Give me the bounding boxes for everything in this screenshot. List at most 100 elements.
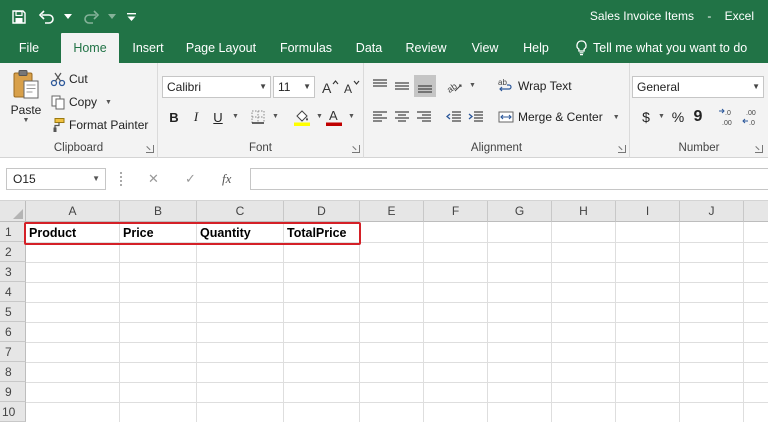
wrap-text-label: Wrap Text xyxy=(518,79,572,93)
font-size-dropdown-icon[interactable]: ▼ xyxy=(303,77,311,97)
formula-bar-splitter[interactable] xyxy=(120,172,123,186)
increase-decimal-icon[interactable]: .0.00 xyxy=(718,106,740,128)
row-header-3[interactable]: 3 xyxy=(0,262,26,282)
column-header-b[interactable]: B xyxy=(120,201,197,222)
column-header-i[interactable]: I xyxy=(616,201,680,222)
column-header-g[interactable]: G xyxy=(488,201,552,222)
column-header-e[interactable]: E xyxy=(360,201,424,222)
number-format-combo[interactable]: General ▼ xyxy=(632,76,764,98)
name-box[interactable]: O15 ▼ xyxy=(6,168,106,190)
row-header-10[interactable]: 10 xyxy=(0,402,26,422)
number-launcher-icon[interactable] xyxy=(755,145,763,153)
formula-input[interactable] xyxy=(250,168,768,190)
wrap-text-button[interactable]: ab Wrap Text xyxy=(498,76,572,96)
tab-data[interactable]: Data xyxy=(350,33,388,63)
column-header-a[interactable]: A xyxy=(26,201,120,222)
font-color-icon[interactable]: A xyxy=(324,107,344,127)
save-icon[interactable] xyxy=(8,6,30,28)
column-header-c[interactable]: C xyxy=(197,201,284,222)
column-header-h[interactable]: H xyxy=(552,201,616,222)
undo-icon[interactable] xyxy=(36,6,58,28)
row-header-4[interactable]: 4 xyxy=(0,282,26,302)
merge-center-button[interactable]: Merge & Center ▼ xyxy=(498,107,620,127)
row-header-8[interactable]: 8 xyxy=(0,362,26,382)
decrease-indent-icon[interactable] xyxy=(444,107,464,127)
row-header-2[interactable]: 2 xyxy=(0,242,26,262)
font-launcher-icon[interactable] xyxy=(352,145,360,153)
redo-dropdown-icon[interactable] xyxy=(108,6,116,28)
paste-dropdown-icon[interactable]: ▼ xyxy=(23,117,30,124)
italic-button[interactable]: I xyxy=(186,107,206,127)
merge-center-dropdown-icon[interactable]: ▼ xyxy=(613,114,620,121)
column-header-j[interactable]: J xyxy=(680,201,744,222)
font-name-dropdown-icon[interactable]: ▼ xyxy=(259,77,267,97)
row-header-5[interactable]: 5 xyxy=(0,302,26,322)
lightbulb-icon xyxy=(576,40,587,56)
top-align-icon[interactable] xyxy=(370,76,390,96)
comma-style-button[interactable]: 9 xyxy=(688,107,708,127)
bold-button[interactable]: B xyxy=(164,107,184,127)
underline-button[interactable]: U xyxy=(208,107,228,127)
borders-icon[interactable] xyxy=(248,107,268,127)
column-header-f[interactable]: F xyxy=(424,201,488,222)
undo-dropdown-icon[interactable] xyxy=(64,6,72,28)
fill-color-icon[interactable] xyxy=(292,107,312,127)
font-size-combo[interactable]: 11 ▼ xyxy=(273,76,315,98)
column-header-k[interactable] xyxy=(744,201,768,222)
paste-button[interactable]: Paste ▼ xyxy=(8,69,44,124)
font-name-combo[interactable]: Calibri ▼ xyxy=(162,76,271,98)
align-center-icon[interactable] xyxy=(392,107,412,127)
number-format-dropdown-icon[interactable]: ▼ xyxy=(752,77,760,97)
middle-align-icon[interactable] xyxy=(392,76,412,96)
insert-function-icon[interactable]: fx xyxy=(222,171,231,187)
ribbon-home: Paste ▼ Cut Copy ▼ Format Painter Clipbo… xyxy=(0,63,768,158)
fill-color-dropdown-icon[interactable]: ▼ xyxy=(316,113,323,120)
enter-check-icon[interactable]: ✓ xyxy=(185,171,196,187)
currency-dropdown-icon[interactable]: ▼ xyxy=(658,113,665,120)
clipboard-launcher-icon[interactable] xyxy=(146,145,154,153)
increase-font-size-icon[interactable]: A xyxy=(320,77,340,97)
svg-text:.00: .00 xyxy=(722,120,732,127)
column-header-d[interactable]: D xyxy=(284,201,360,222)
tab-help[interactable]: Help xyxy=(517,33,555,63)
row-header-9[interactable]: 9 xyxy=(0,382,26,402)
name-box-dropdown-icon[interactable]: ▼ xyxy=(92,169,100,189)
currency-button[interactable]: $ xyxy=(636,107,656,127)
row-header-1[interactable]: 1 xyxy=(0,222,26,242)
decrease-font-size-icon[interactable]: A xyxy=(342,77,362,97)
svg-text:.00: .00 xyxy=(746,110,756,117)
underline-dropdown-icon[interactable]: ▼ xyxy=(232,113,239,120)
bottom-align-icon[interactable] xyxy=(414,75,436,97)
percent-button[interactable]: % xyxy=(668,107,688,127)
tab-page-layout[interactable]: Page Layout xyxy=(183,33,259,63)
row-header-7[interactable]: 7 xyxy=(0,342,26,362)
tab-review[interactable]: Review xyxy=(401,33,451,63)
customize-qat-icon[interactable] xyxy=(126,6,136,28)
cancel-icon[interactable]: ✕ xyxy=(148,171,159,187)
tell-me-search[interactable]: Tell me what you want to do xyxy=(575,33,747,63)
tab-file[interactable]: File xyxy=(10,33,48,63)
worksheet-grid: A B C D E F G H I J 1 2 3 4 5 6 7 8 9 10 xyxy=(0,201,768,422)
copy-button[interactable]: Copy ▼ xyxy=(50,92,112,112)
orientation-icon[interactable]: ab xyxy=(444,76,464,96)
format-painter-button[interactable]: Format Painter xyxy=(50,115,148,135)
borders-dropdown-icon[interactable]: ▼ xyxy=(272,113,279,120)
cut-button[interactable]: Cut xyxy=(50,69,88,89)
font-color-dropdown-icon[interactable]: ▼ xyxy=(348,113,355,120)
decrease-decimal-icon[interactable]: .00.0 xyxy=(742,106,764,128)
align-left-icon[interactable] xyxy=(370,107,390,127)
tab-view[interactable]: View xyxy=(466,33,504,63)
tab-formulas[interactable]: Formulas xyxy=(275,33,337,63)
alignment-launcher-icon[interactable] xyxy=(618,145,626,153)
tab-home[interactable]: Home xyxy=(61,33,119,63)
copy-dropdown-icon[interactable]: ▼ xyxy=(105,99,112,106)
select-all-button[interactable] xyxy=(0,201,26,222)
row-header-6[interactable]: 6 xyxy=(0,322,26,342)
tab-insert[interactable]: Insert xyxy=(127,33,169,63)
font-group-label: Font xyxy=(248,142,272,154)
increase-indent-icon[interactable] xyxy=(466,107,486,127)
orientation-dropdown-icon[interactable]: ▼ xyxy=(469,82,476,89)
align-right-icon[interactable] xyxy=(414,107,434,127)
gridline xyxy=(26,282,768,283)
redo-icon[interactable] xyxy=(80,6,102,28)
